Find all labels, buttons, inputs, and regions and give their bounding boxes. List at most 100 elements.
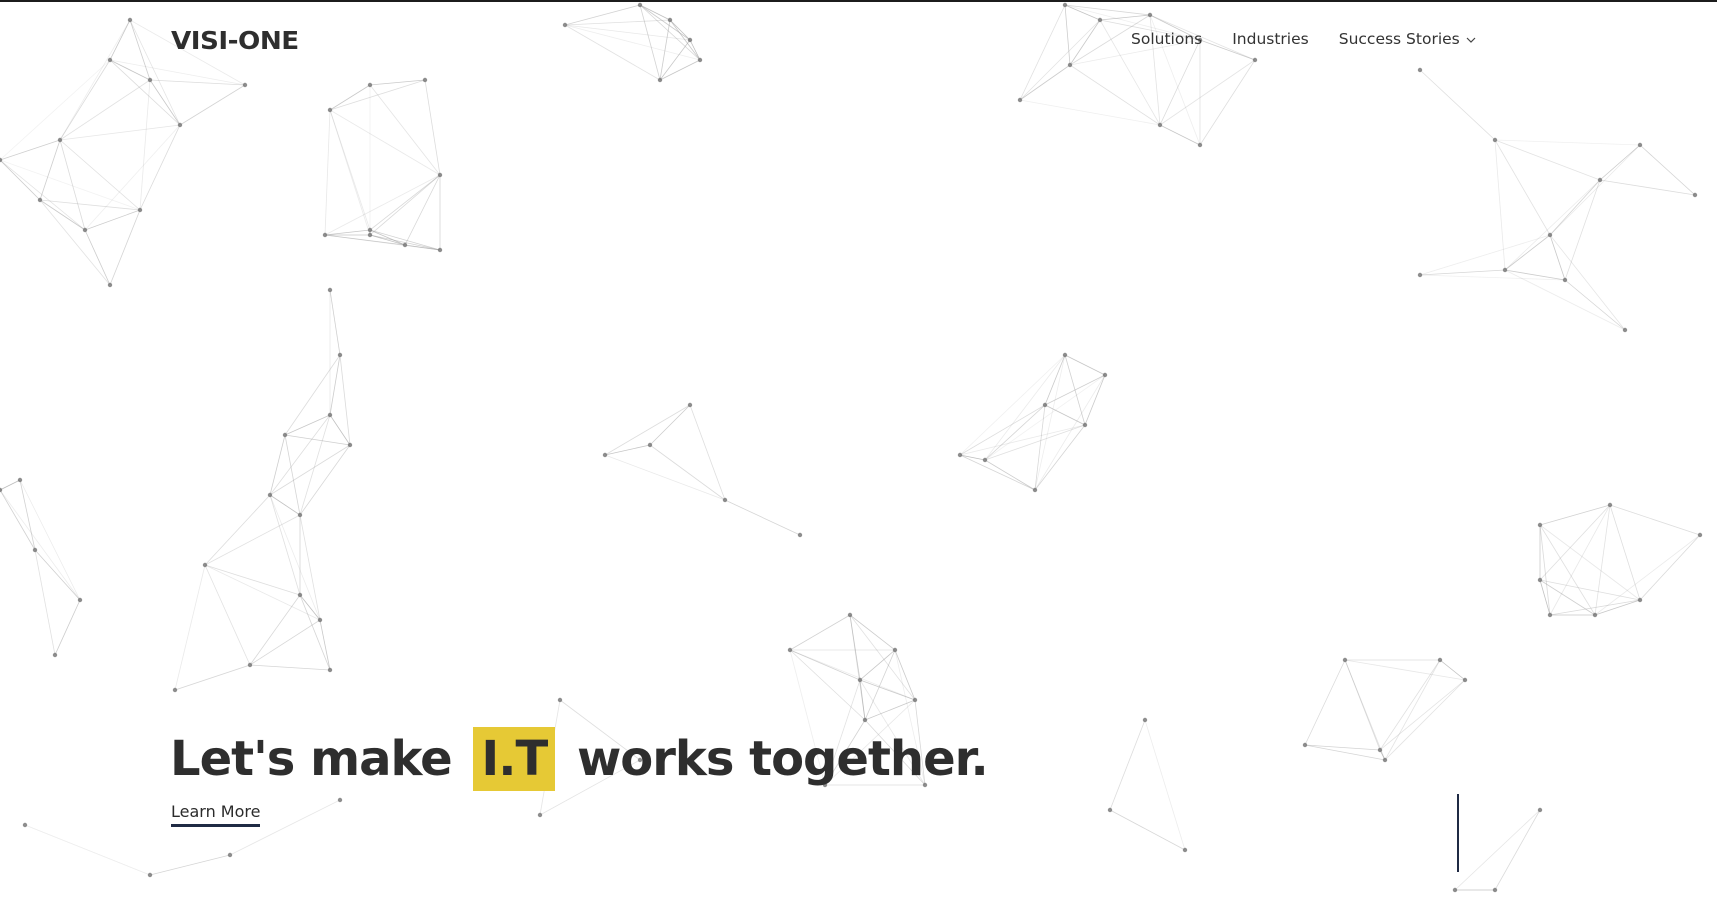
network-line <box>789 614 851 651</box>
network-line <box>149 79 181 126</box>
network-node <box>687 37 693 43</box>
network-node <box>1417 272 1423 278</box>
network-line <box>1019 4 1066 101</box>
network-line <box>984 459 1036 491</box>
network-line <box>54 599 81 656</box>
network-line <box>269 494 321 621</box>
network-node <box>1592 612 1598 618</box>
network-node <box>1102 372 1108 378</box>
network-line <box>204 494 271 566</box>
network-node <box>637 2 643 8</box>
network-line <box>369 174 441 231</box>
network-line <box>1064 4 1151 16</box>
network-line <box>1639 534 1701 601</box>
network-line <box>249 619 321 666</box>
network-node <box>562 22 568 28</box>
network-line <box>1159 59 1256 126</box>
network-node <box>1382 757 1388 763</box>
network-node <box>267 492 273 498</box>
network-node <box>202 562 208 568</box>
network-line <box>1019 99 1161 126</box>
logo[interactable]: VISI-ONE <box>171 26 299 55</box>
network-node <box>862 717 868 723</box>
network-node <box>1147 12 1153 18</box>
network-line <box>1109 719 1146 811</box>
network-line <box>1564 279 1626 331</box>
network-line <box>1439 659 1466 681</box>
network-node <box>127 17 133 23</box>
network-node <box>337 797 343 803</box>
network-node <box>22 822 28 828</box>
network-line <box>1344 659 1386 761</box>
network-line <box>604 454 726 501</box>
network-line <box>0 59 111 161</box>
network-line <box>39 199 111 286</box>
network-node <box>1252 57 1258 63</box>
network-line <box>1344 659 1466 681</box>
network-node <box>317 617 323 623</box>
network-line <box>329 354 341 416</box>
network-line <box>269 494 301 516</box>
network-line <box>959 454 1036 491</box>
network-line <box>689 404 726 501</box>
network-line <box>59 124 181 141</box>
nav-item-industries[interactable]: Industries <box>1232 30 1309 48</box>
network-line <box>84 209 141 231</box>
network-line <box>1504 234 1551 271</box>
network-line <box>59 79 151 141</box>
network-node <box>657 77 663 83</box>
network-node <box>1107 807 1113 813</box>
network-line <box>369 84 441 176</box>
network-line <box>1504 179 1601 271</box>
network-line <box>1549 144 1641 236</box>
network-line <box>59 139 141 211</box>
network-line <box>204 514 301 566</box>
network-line <box>324 229 371 236</box>
nav-item-label: Industries <box>1232 30 1309 48</box>
network-node <box>327 667 333 673</box>
network-node <box>17 477 23 483</box>
network-node <box>647 442 653 448</box>
network-line <box>0 159 141 211</box>
network-node <box>1437 657 1443 663</box>
network-line <box>369 174 441 236</box>
network-line <box>109 19 131 61</box>
nav-item-solutions[interactable]: Solutions <box>1131 30 1202 48</box>
network-line <box>329 109 371 236</box>
network-line <box>1384 679 1466 761</box>
network-line <box>1594 599 1641 616</box>
network-node <box>327 107 333 113</box>
network-node <box>1452 887 1458 893</box>
network-line <box>284 434 351 446</box>
network-line <box>1019 19 1101 101</box>
network-node <box>297 592 303 598</box>
nav-item-success-stories[interactable]: Success Stories <box>1339 30 1476 48</box>
network-node <box>177 122 183 128</box>
network-line <box>0 159 86 231</box>
network-line <box>789 649 861 681</box>
network-line <box>1494 139 1551 236</box>
network-line <box>724 499 801 536</box>
network-line <box>1454 809 1541 891</box>
network-node <box>347 442 353 448</box>
network-node <box>1042 402 1048 408</box>
network-node <box>1462 677 1468 683</box>
network-line <box>1304 744 1386 761</box>
network-node <box>247 662 253 668</box>
network-line <box>1539 504 1611 526</box>
network-node <box>327 412 333 418</box>
network-node <box>982 457 988 463</box>
network-line <box>0 479 21 491</box>
network-line <box>1419 69 1496 141</box>
network-node <box>892 647 898 653</box>
network-line <box>1379 679 1466 751</box>
network-line <box>859 679 866 721</box>
network-line <box>19 479 36 551</box>
network-line <box>1069 64 1161 126</box>
network-node <box>1547 232 1553 238</box>
network-node <box>1417 67 1423 73</box>
network-node <box>367 232 373 238</box>
learn-more-link[interactable]: Learn More <box>171 802 261 827</box>
network-line <box>284 434 301 516</box>
network-node <box>227 852 233 858</box>
